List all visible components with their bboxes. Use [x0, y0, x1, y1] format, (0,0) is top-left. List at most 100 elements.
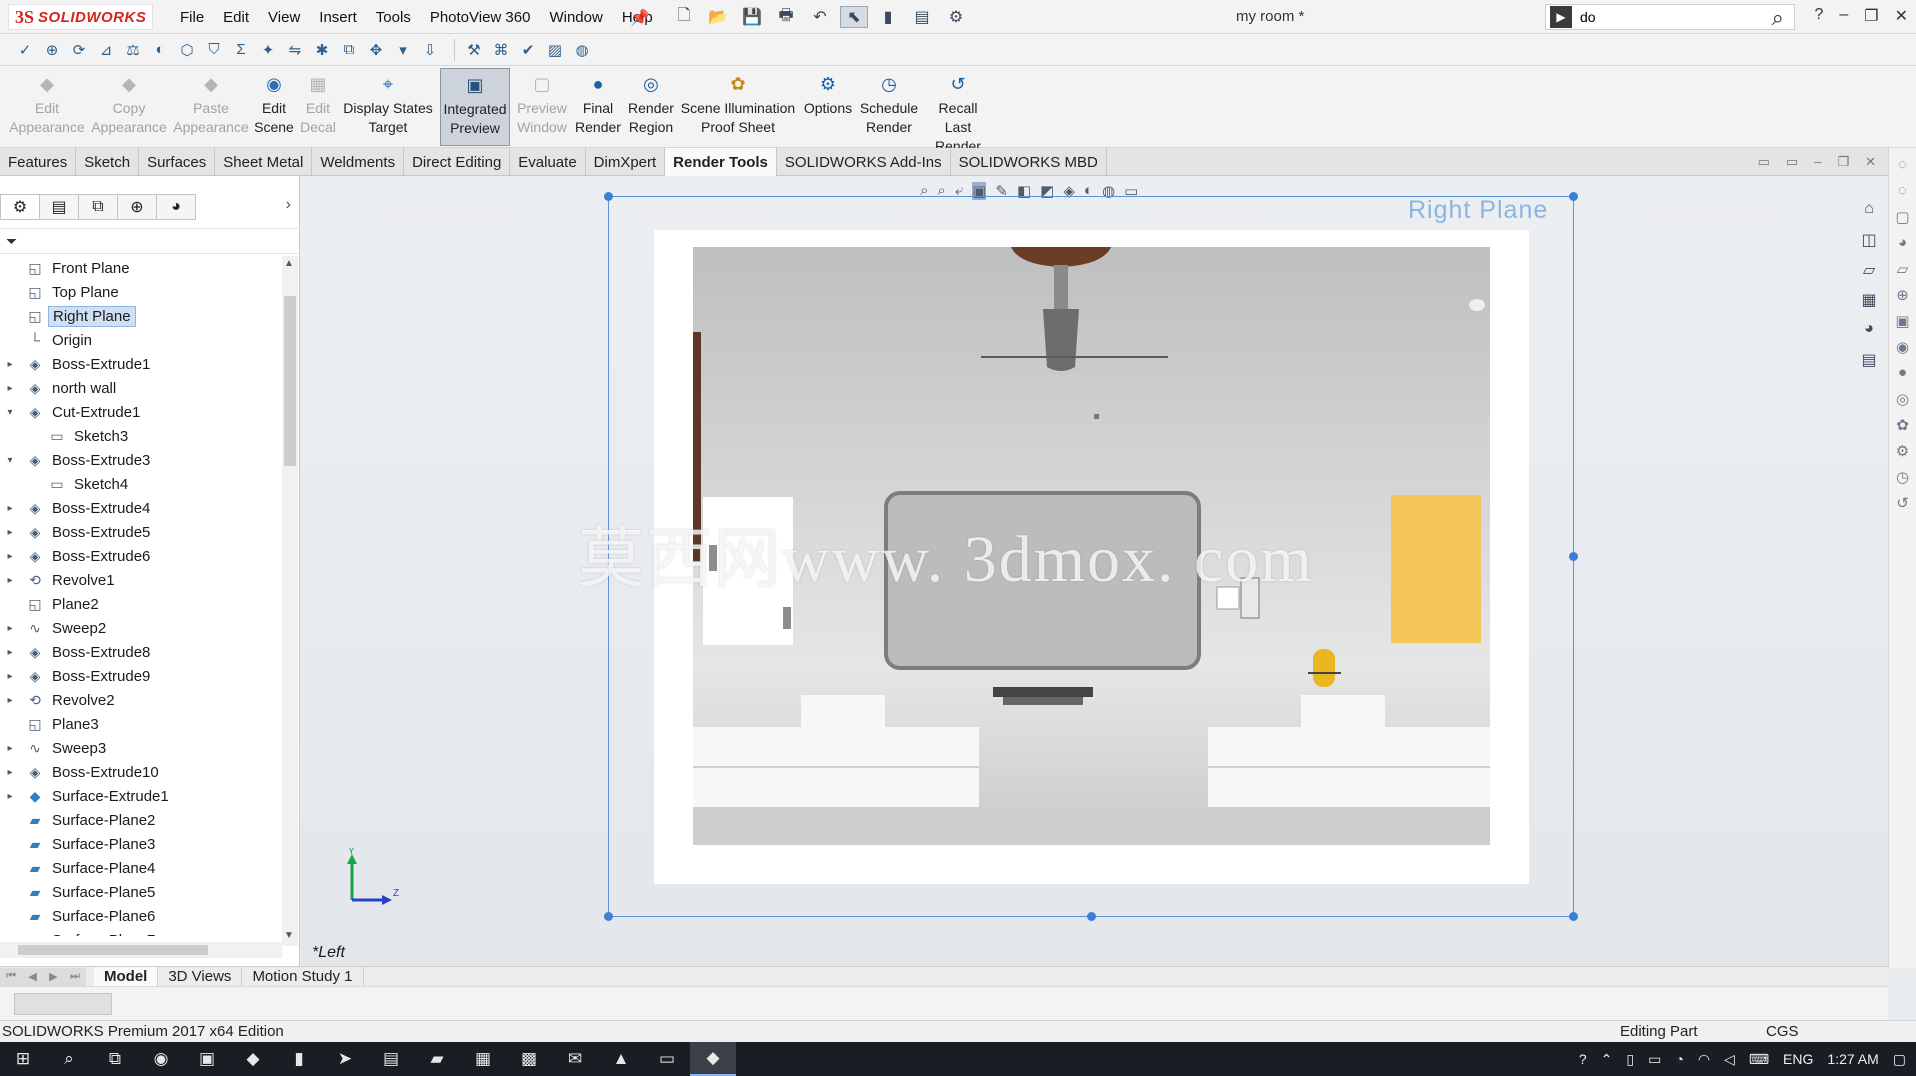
tab-motion-study[interactable]: Motion Study 1	[242, 966, 364, 987]
tab-dimxpert[interactable]: DimXpert	[586, 148, 666, 176]
mass-properties-icon[interactable]: ⚖	[122, 39, 144, 61]
chevron-up-icon[interactable]: ⌃	[1601, 1051, 1613, 1068]
side-tool-icon[interactable]: ▣	[1895, 312, 1909, 338]
filter-down-icon[interactable]: ▾	[392, 39, 414, 61]
shield-icon[interactable]: ⛉	[203, 39, 225, 61]
file-explorer-icon[interactable]: ▱	[1863, 260, 1875, 290]
tree-node[interactable]: ▸ ∿ Sweep2	[0, 616, 280, 640]
edit-decal-button[interactable]: ▦ Edit Decal	[300, 72, 336, 137]
tree-node[interactable]: ▸ ∿ Sweep3	[0, 736, 280, 760]
chevron-right-icon[interactable]: ▸	[4, 359, 16, 370]
side-tool-icon[interactable]: ◷	[1896, 468, 1909, 494]
tree-node[interactable]: ▾ ◈ Cut-Extrude1	[0, 400, 280, 424]
open-icon[interactable]: 📂	[704, 6, 732, 28]
wifi-icon[interactable]: ◠	[1698, 1051, 1710, 1068]
side-tool-icon[interactable]: ↺	[1896, 494, 1909, 520]
epic-games-icon[interactable]: ▦	[460, 1042, 506, 1076]
tab-sketch[interactable]: Sketch	[76, 148, 140, 176]
menu-view[interactable]: View	[268, 9, 300, 26]
tree-node[interactable]: └ Origin	[0, 328, 280, 352]
schedule-render-button[interactable]: ◷ Schedule Render	[860, 72, 918, 137]
chevron-right-icon[interactable]: ▸	[4, 527, 16, 538]
first-tab-icon[interactable]: ⏮	[6, 970, 16, 983]
last-tab-icon[interactable]: ⏭	[70, 970, 80, 983]
home-icon[interactable]: ⌂	[1864, 200, 1874, 230]
search-commands-icon[interactable]: ▶	[1550, 6, 1572, 28]
chevron-right-icon[interactable]: ▸	[4, 695, 16, 706]
search-box[interactable]: ▶ ⌕	[1545, 4, 1795, 30]
tree-node[interactable]: ◱ Front Plane	[0, 256, 280, 280]
section-icon[interactable]: ◐	[149, 39, 171, 61]
file-explorer-taskbar-icon[interactable]: ▤	[368, 1042, 414, 1076]
search-icon[interactable]: ⌕	[1772, 5, 1784, 31]
tree-node[interactable]: ▸ ◈ Boss-Extrude1	[0, 352, 280, 376]
rebuild-icon[interactable]: ▮	[874, 6, 902, 28]
tree-node[interactable]: ▰ Surface-Plane2	[0, 808, 280, 832]
configuration-manager-tab-icon[interactable]: ⧉	[78, 194, 118, 220]
tree-node[interactable]: ▰ Surface-Plane3	[0, 832, 280, 856]
volume-icon[interactable]: ◁	[1724, 1051, 1735, 1068]
side-tool-icon[interactable]: ▢	[1895, 208, 1909, 234]
store-icon[interactable]: ▣	[184, 1042, 230, 1076]
menu-file[interactable]: File	[180, 9, 204, 26]
tree-node[interactable]: ◱ Top Plane	[0, 280, 280, 304]
tree-scroll-thumb[interactable]	[284, 296, 296, 466]
tab-model[interactable]: Model	[94, 966, 159, 987]
measure-icon[interactable]: ⊿	[95, 39, 117, 61]
tab-render-tools[interactable]: Render Tools	[665, 148, 777, 176]
globe-icon[interactable]: ◍	[571, 39, 593, 61]
calculator-icon[interactable]: ▩	[506, 1042, 552, 1076]
tree-node[interactable]: ◱ Plane3	[0, 712, 280, 736]
side-tool-icon[interactable]: ▱	[1897, 260, 1909, 286]
tab-evaluate[interactable]: Evaluate	[510, 148, 586, 176]
tree-node[interactable]: ▸ ⟲ Revolve2	[0, 688, 280, 712]
tab-solidworks-mbd[interactable]: SOLIDWORKS MBD	[951, 148, 1107, 176]
plane-handle[interactable]	[1569, 552, 1578, 561]
scroll-down-icon[interactable]: ▼	[284, 930, 294, 941]
plane-handle[interactable]	[1569, 912, 1578, 921]
scroll-up-icon[interactable]: ▲	[284, 258, 294, 269]
preview-window-button[interactable]: ▢ Preview Window	[516, 72, 568, 137]
chevron-down-icon[interactable]: ▾	[4, 455, 16, 466]
tree-node[interactable]: ▸ ◈ Boss-Extrude4	[0, 496, 280, 520]
chrome-icon[interactable]: ◉	[138, 1042, 184, 1076]
side-tool-icon[interactable]: ◉	[1896, 338, 1909, 364]
paste-appearance-button[interactable]: ◆ Paste Appearance	[173, 72, 249, 137]
plane-handle[interactable]	[604, 192, 613, 201]
tree-node[interactable]: ▸ ◈ Boss-Extrude8	[0, 640, 280, 664]
move-icon[interactable]: ✥	[365, 39, 387, 61]
tree-node[interactable]: ◱ Plane2	[0, 592, 280, 616]
tree-node[interactable]: ▰ Surface-Plane5	[0, 880, 280, 904]
tab-direct-editing[interactable]: Direct Editing	[404, 148, 511, 176]
chevron-right-icon[interactable]: ▸	[4, 383, 16, 394]
render-region-button[interactable]: ◎ Render Region	[626, 72, 676, 137]
mail-icon[interactable]: ✉	[552, 1042, 598, 1076]
side-tool-icon[interactable]: ◌	[1898, 156, 1907, 182]
tree-node[interactable]: ▸ ◈ north wall	[0, 376, 280, 400]
save-icon[interactable]: 💾	[738, 6, 766, 28]
side-tool-icon[interactable]: ✿	[1896, 416, 1909, 442]
tree-node[interactable]: ▰ Surface-Plane6	[0, 904, 280, 928]
tree-node[interactable]: ▭ Sketch3	[0, 424, 280, 448]
chevron-right-icon[interactable]: ›	[286, 196, 291, 214]
check-icon[interactable]: ⬡	[176, 39, 198, 61]
tab-solidworks-add-ins[interactable]: SOLIDWORKS Add-Ins	[777, 148, 951, 176]
chevron-right-icon[interactable]: ▸	[4, 743, 16, 754]
dimxpert-manager-tab-icon[interactable]: ⊕	[117, 194, 157, 220]
language-indicator[interactable]: ENG	[1783, 1051, 1813, 1067]
chevron-right-icon[interactable]: ▸	[4, 623, 16, 634]
view-palette-icon[interactable]: ▦	[1861, 290, 1876, 320]
menu-edit[interactable]: Edit	[223, 9, 249, 26]
network-icon[interactable]: ◔	[1675, 1051, 1683, 1067]
photos-icon[interactable]: ▭	[644, 1042, 690, 1076]
tab-sheet-metal[interactable]: Sheet Metal	[215, 148, 313, 176]
options-button[interactable]: ⚙ Options	[802, 72, 854, 118]
telegram-icon[interactable]: ➤	[322, 1042, 368, 1076]
scene-illumination-proof-sheet-button[interactable]: ✿ Scene Illumination Proof Sheet	[680, 72, 796, 137]
spell-check-icon[interactable]: ✓	[14, 39, 36, 61]
display-manager-tab-icon[interactable]: ◕	[156, 194, 196, 220]
solidworks-logo[interactable]: 3S SOLIDWORKS	[8, 4, 153, 30]
copy-icon[interactable]: ⧉	[338, 39, 360, 61]
solidworks-taskbar-icon[interactable]: ◆	[230, 1042, 276, 1076]
vlc-icon[interactable]: ▲	[598, 1042, 644, 1076]
